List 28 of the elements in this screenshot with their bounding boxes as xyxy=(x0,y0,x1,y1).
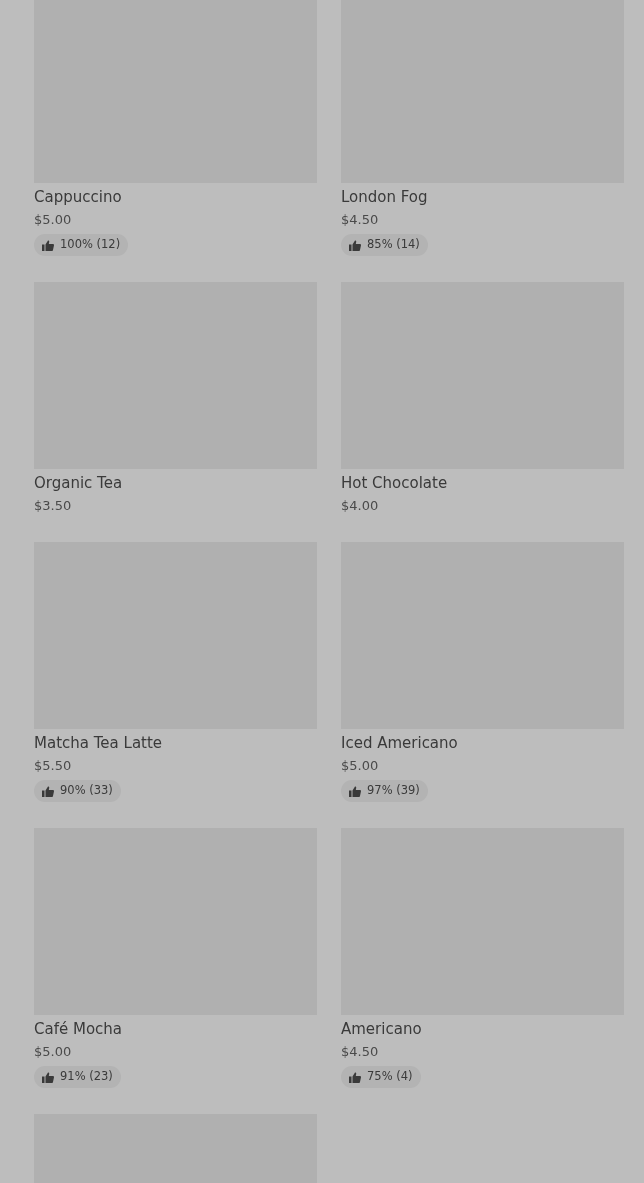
rating-text: 97% (39) xyxy=(367,782,420,800)
item-name: Americano xyxy=(341,1019,422,1039)
item-price: $5.00 xyxy=(34,1043,72,1061)
item-name: Cappuccino xyxy=(34,187,122,207)
rating-text: 91% (23) xyxy=(60,1068,113,1086)
thumbs-up-icon xyxy=(349,785,361,797)
item-price: $5.50 xyxy=(34,757,72,775)
item-price: $5.00 xyxy=(34,211,72,229)
rating-text: 75% (4) xyxy=(367,1068,413,1086)
rating-text: 85% (14) xyxy=(367,236,420,254)
item-price: $4.00 xyxy=(341,497,379,515)
thumbs-up-icon xyxy=(349,239,361,251)
item-name: Hot Chocolate xyxy=(341,473,448,493)
thumbs-up-icon xyxy=(349,1071,361,1083)
item-price: $4.50 xyxy=(341,1043,379,1061)
rating-text: 100% (12) xyxy=(60,236,121,254)
rating-text: 90% (33) xyxy=(60,782,113,800)
thumbs-up-icon xyxy=(42,1071,54,1083)
item-name: Organic Tea xyxy=(34,473,123,493)
item-name: Matcha Tea Latte xyxy=(34,733,163,753)
thumbs-up-icon xyxy=(42,785,54,797)
item-price: $3.50 xyxy=(34,497,72,515)
item-name: Café Mocha xyxy=(34,1019,122,1039)
item-price: $4.50 xyxy=(341,211,379,229)
thumbs-up-icon xyxy=(42,239,54,251)
item-price: $5.00 xyxy=(341,757,379,775)
item-name: London Fog xyxy=(341,187,428,207)
item-name: Iced Americano xyxy=(341,733,458,753)
